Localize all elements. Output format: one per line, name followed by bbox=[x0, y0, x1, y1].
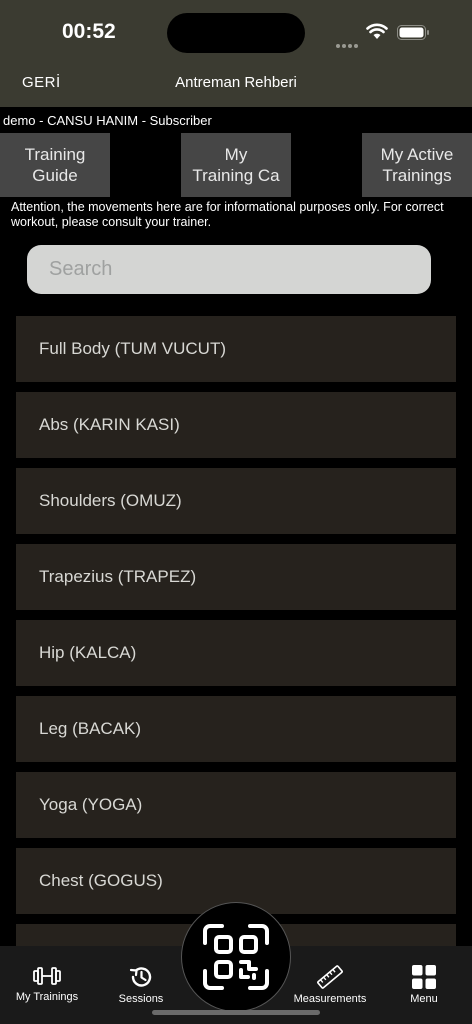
tab-my-active-trainings[interactable]: My Active Trainings bbox=[362, 133, 472, 197]
battery-icon bbox=[397, 25, 429, 40]
page-title: Antreman Rehberi bbox=[175, 74, 297, 91]
qr-code-icon bbox=[203, 924, 269, 990]
tab-label: Measurements bbox=[293, 993, 367, 1005]
tab-label-line2: Trainings bbox=[382, 166, 452, 185]
home-indicator bbox=[152, 1010, 320, 1015]
category-item-abs[interactable]: Abs (KARIN KASI) bbox=[16, 392, 456, 458]
dynamic-island bbox=[167, 13, 305, 53]
tab-training-guide[interactable]: Training Guide bbox=[0, 133, 110, 197]
category-item-leg[interactable]: Leg (BACAK) bbox=[16, 696, 456, 762]
tab-label-line2: Guide bbox=[32, 166, 78, 185]
wifi-icon bbox=[366, 23, 388, 39]
grid-menu-icon bbox=[412, 965, 436, 989]
cellular-signal-icon bbox=[336, 35, 360, 48]
tab-my-trainings[interactable]: My Trainings bbox=[5, 946, 89, 1024]
user-subscription-line: demo - CANSU HANIM - Subscriber bbox=[3, 113, 212, 128]
category-list: Full Body (TUM VUCUT) Abs (KARIN KASI) S… bbox=[16, 316, 456, 1000]
tab-label-line1: Training bbox=[24, 145, 86, 164]
tab-label-line2: Training Ca bbox=[192, 166, 280, 185]
top-header: 00:52 GERİ Antreman Rehberi bbox=[0, 0, 472, 107]
tab-label: My Trainings bbox=[15, 991, 79, 1003]
category-item-hip[interactable]: Hip (KALCA) bbox=[16, 620, 456, 686]
tab-label: Sessions bbox=[118, 993, 164, 1005]
search-input[interactable] bbox=[27, 245, 431, 294]
qr-scan-button[interactable] bbox=[181, 902, 291, 1012]
disclaimer-notice: Attention, the movements here are for in… bbox=[11, 200, 444, 229]
history-icon bbox=[129, 967, 152, 987]
tab-my-training-calendar[interactable]: My Training Ca bbox=[181, 133, 291, 197]
category-item-trapezius[interactable]: Trapezius (TRAPEZ) bbox=[16, 544, 456, 610]
category-item-full-body[interactable]: Full Body (TUM VUCUT) bbox=[16, 316, 456, 382]
tab-label-line1: My Active bbox=[380, 145, 454, 164]
tab-label: Menu bbox=[410, 993, 438, 1005]
category-item-yoga[interactable]: Yoga (YOGA) bbox=[16, 772, 456, 838]
category-item-shoulders[interactable]: Shoulders (OMUZ) bbox=[16, 468, 456, 534]
tab-label-line1: My bbox=[224, 145, 248, 164]
tab-menu[interactable]: Menu bbox=[390, 946, 458, 1024]
status-time: 00:52 bbox=[62, 20, 116, 43]
dumbbell-icon bbox=[33, 967, 61, 985]
ruler-icon bbox=[317, 965, 343, 989]
